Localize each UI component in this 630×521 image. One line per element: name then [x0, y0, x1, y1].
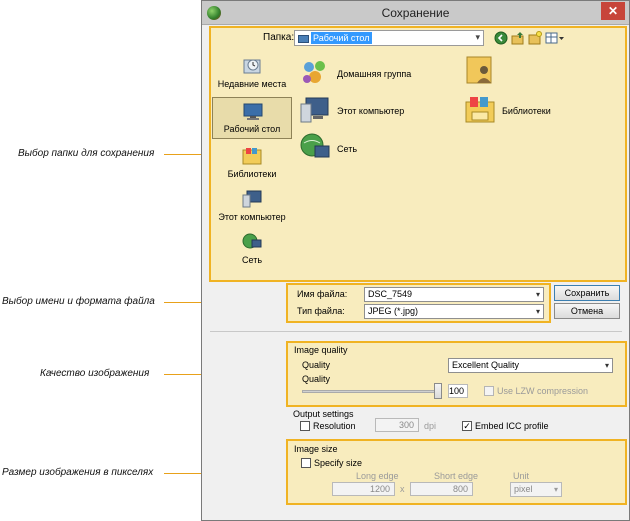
file-type-combo[interactable]: JPEG (*.jpg) ▾ — [364, 304, 544, 319]
place-label: Недавние места — [217, 79, 287, 89]
file-name-label: Имя файла: — [297, 289, 348, 299]
divider — [210, 331, 622, 332]
network-icon — [300, 133, 330, 158]
libraries-icon — [465, 97, 495, 123]
back-icon[interactable] — [494, 31, 508, 45]
view-menu-icon[interactable] — [545, 31, 565, 45]
resolution-checkbox[interactable] — [300, 421, 310, 431]
quality-value-field[interactable]: 100 — [448, 384, 468, 398]
save-button[interactable]: Сохранить — [554, 285, 620, 301]
times-sign: x — [400, 484, 405, 494]
close-button[interactable]: ✕ — [601, 2, 625, 20]
quality-label: Quality — [302, 360, 331, 370]
annotation-size: Размер изображения в пикселях — [2, 467, 154, 478]
place-label: Рабочий стол — [223, 124, 281, 134]
icc-checkbox[interactable]: ✓ — [462, 421, 472, 431]
place-recent[interactable]: Недавние места — [212, 53, 292, 95]
chevron-down-icon: ▾ — [604, 361, 609, 370]
window-title: Сохранение — [381, 6, 450, 20]
lzw-label: Use LZW compression — [497, 386, 589, 396]
desktop-icon — [243, 103, 263, 120]
place-computer[interactable]: Этот компьютер — [212, 186, 292, 228]
unit-label: Unit — [513, 471, 530, 481]
output-settings-group-label: Output settings — [293, 409, 354, 419]
chevron-down-icon: ▾ — [535, 307, 540, 316]
unit-value: pixel — [514, 484, 533, 494]
computer-icon — [242, 190, 262, 208]
libraries-icon — [242, 148, 262, 165]
quality-slider-thumb[interactable] — [434, 383, 442, 399]
long-edge-label: Long edge — [356, 471, 399, 481]
unit-select[interactable]: pixel ▾ — [510, 482, 562, 497]
new-folder-icon[interactable] — [528, 31, 542, 45]
resolution-unit: dpi — [424, 421, 437, 431]
place-label: Этот компьютер — [218, 212, 286, 222]
file-item-homegroup[interactable]: Домашняя группа — [299, 57, 439, 91]
desktop-small-icon — [298, 35, 309, 43]
file-name-value: DSC_7549 — [368, 289, 413, 299]
place-libraries[interactable]: Библиотеки — [212, 143, 292, 185]
network-icon — [242, 233, 262, 249]
image-quality-panel: Image quality Quality Excellent Quality … — [286, 341, 627, 407]
quality-slider-label: Quality — [302, 374, 331, 384]
file-item-libraries[interactable]: Библиотеки — [464, 94, 574, 128]
folder-label: Папка: — [263, 32, 295, 43]
cancel-button[interactable]: Отмена — [554, 303, 620, 319]
file-type-label: Тип файла: — [297, 306, 345, 316]
file-label: Библиотеки — [502, 106, 551, 116]
quality-slider-track[interactable] — [302, 390, 442, 393]
file-name-combo[interactable]: DSC_7549 ▾ — [364, 287, 544, 302]
save-dialog: Сохранение ✕ Папка: Рабочий стол ▾ Недав… — [201, 0, 630, 521]
places-bar: Недавние места Рабочий стол Библиотеки Э… — [212, 51, 292, 276]
annotation-filename: Выбор имени и формата файла — [2, 296, 155, 307]
specify-size-checkbox[interactable] — [301, 458, 311, 468]
specify-size-label: Specify size — [314, 458, 363, 468]
image-size-group-label: Image size — [294, 444, 338, 454]
chevron-down-icon: ▾ — [553, 485, 558, 494]
long-edge-field[interactable]: 1200 — [332, 482, 395, 496]
resolution-field[interactable]: 300 — [375, 418, 419, 432]
filename-panel: Имя файла: DSC_7549 ▾ Тип файла: JPEG (*… — [286, 283, 551, 323]
file-item-computer[interactable]: Этот компьютер — [299, 94, 439, 128]
homegroup-icon — [303, 61, 325, 83]
place-desktop[interactable]: Рабочий стол — [212, 97, 292, 139]
image-quality-group-label: Image quality — [294, 345, 348, 355]
lzw-checkbox[interactable] — [484, 386, 494, 396]
up-folder-icon[interactable] — [511, 31, 525, 45]
file-item-network[interactable]: Сеть — [299, 132, 439, 166]
annotation-folder: Выбор папки для сохранения — [18, 148, 155, 159]
quality-preset-select[interactable]: Excellent Quality ▾ — [448, 358, 613, 373]
file-item-user-folder[interactable] — [464, 53, 504, 87]
chevron-down-icon: ▾ — [475, 32, 480, 42]
short-edge-label: Short edge — [434, 471, 479, 481]
file-label: Сеть — [337, 144, 358, 154]
computer-icon — [300, 97, 329, 123]
user-folder-icon — [466, 56, 492, 84]
place-label: Библиотеки — [227, 169, 277, 179]
place-label: Сеть — [241, 255, 263, 265]
resolution-label: Resolution — [313, 421, 356, 431]
title-bar[interactable]: Сохранение ✕ — [202, 1, 629, 25]
image-size-panel: Image size Specify size Long edge Short … — [286, 439, 627, 505]
place-network[interactable]: Сеть — [212, 229, 292, 271]
icc-label: Embed ICC profile — [475, 421, 549, 431]
file-list: Домашняя группа Этот компьютер Библиотек… — [299, 51, 624, 276]
chevron-down-icon: ▾ — [535, 290, 540, 299]
recent-places-icon — [243, 59, 261, 74]
folder-combo-value: Рабочий стол — [311, 32, 372, 44]
annotation-quality: Качество изображения — [40, 368, 150, 379]
folder-combo[interactable]: Рабочий стол ▾ — [294, 30, 484, 46]
quality-preset-value: Excellent Quality — [452, 360, 520, 370]
file-label: Домашняя группа — [337, 69, 412, 79]
folder-browser-panel: Папка: Рабочий стол ▾ Недавние места Раб… — [209, 26, 627, 282]
file-type-value: JPEG (*.jpg) — [368, 306, 419, 316]
file-label: Этот компьютер — [337, 106, 405, 116]
short-edge-field[interactable]: 800 — [410, 482, 473, 496]
